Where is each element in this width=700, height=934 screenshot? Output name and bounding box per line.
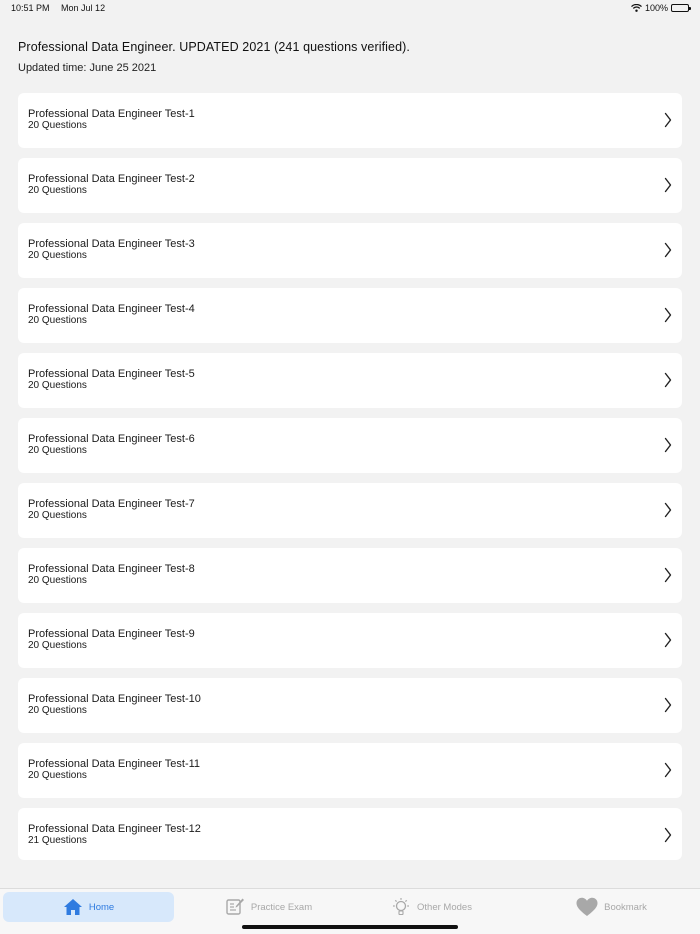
tab-practice-exam[interactable]: Practice Exam [183,892,354,922]
test-item[interactable]: Professional Data Engineer Test-11 20 Qu… [18,743,682,798]
test-question-count: 20 Questions [28,185,87,196]
chevron-right-icon [664,112,672,128]
page-title: Professional Data Engineer. UPDATED 2021… [18,40,410,54]
chevron-right-icon [664,632,672,648]
status-date: Mon Jul 12 [61,3,106,13]
exam-icon [226,898,244,915]
test-item[interactable]: Professional Data Engineer Test-4 20 Que… [18,288,682,343]
chevron-right-icon [664,827,672,843]
chevron-right-icon [664,567,672,583]
updated-time: Updated time: June 25 2021 [18,62,157,74]
test-item[interactable]: Professional Data Engineer Test-1 20 Que… [18,93,682,148]
test-title: Professional Data Engineer Test-1 [28,108,195,120]
tab-other-modes[interactable]: Other Modes [346,892,517,922]
screen: 10:51 PM Mon Jul 12 100% Professional Da… [0,0,700,934]
test-question-count: 20 Questions [28,770,87,781]
test-question-count: 20 Questions [28,380,87,391]
test-title: Professional Data Engineer Test-4 [28,303,195,315]
test-item[interactable]: Professional Data Engineer Test-7 20 Que… [18,483,682,538]
status-left: 10:51 PM Mon Jul 12 [11,3,114,13]
test-item[interactable]: Professional Data Engineer Test-8 20 Que… [18,548,682,603]
battery-icon [671,4,691,12]
chevron-right-icon [664,697,672,713]
test-question-count: 20 Questions [28,120,87,131]
test-item[interactable]: Professional Data Engineer Test-2 20 Que… [18,158,682,213]
wifi-icon [631,4,642,12]
test-title: Professional Data Engineer Test-10 [28,693,201,705]
tab-bookmark[interactable]: Bookmark [526,892,697,922]
home-indicator [242,925,458,929]
test-title: Professional Data Engineer Test-11 [28,758,201,770]
test-question-count: 20 Questions [28,445,87,456]
chevron-right-icon [664,372,672,388]
chevron-right-icon [664,242,672,258]
test-title: Professional Data Engineer Test-8 [28,563,195,575]
test-question-count: 21 Questions [28,835,87,846]
tab-other-label: Other Modes [417,901,472,913]
test-title: Professional Data Engineer Test-5 [28,368,195,380]
test-title: Professional Data Engineer Test-9 [28,628,195,640]
chevron-right-icon [664,307,672,323]
test-item[interactable]: Professional Data Engineer Test-10 20 Qu… [18,678,682,733]
chevron-right-icon [664,437,672,453]
status-bar: 10:51 PM Mon Jul 12 100% [0,0,700,18]
test-question-count: 20 Questions [28,510,87,521]
tab-home[interactable]: Home [3,892,174,922]
test-question-count: 20 Questions [28,250,87,261]
status-time: 10:51 PM [11,3,50,13]
test-question-count: 20 Questions [28,575,87,586]
test-question-count: 20 Questions [28,315,87,326]
test-title: Professional Data Engineer Test-6 [28,433,195,445]
chevron-right-icon [664,762,672,778]
chevron-right-icon [664,177,672,193]
chevron-right-icon [664,502,672,518]
test-title: Professional Data Engineer Test-12 [28,823,201,835]
test-item[interactable]: Professional Data Engineer Test-12 21 Qu… [18,808,682,860]
lightbulb-icon [393,898,410,916]
test-list: Professional Data Engineer Test-1 20 Que… [18,93,682,870]
heart-icon [576,897,598,916]
test-title: Professional Data Engineer Test-3 [28,238,195,250]
test-item[interactable]: Professional Data Engineer Test-3 20 Que… [18,223,682,278]
battery-percent: 100% [644,3,668,13]
home-icon [63,899,82,915]
test-question-count: 20 Questions [28,640,87,651]
tab-home-label: Home [88,901,115,913]
test-item[interactable]: Professional Data Engineer Test-9 20 Que… [18,613,682,668]
test-item[interactable]: Professional Data Engineer Test-6 20 Que… [18,418,682,473]
tab-bookmark-label: Bookmark [604,901,647,913]
test-question-count: 20 Questions [28,705,87,716]
tab-practice-label: Practice Exam [250,901,313,913]
status-right: 100% [631,3,691,13]
test-item[interactable]: Professional Data Engineer Test-5 20 Que… [18,353,682,408]
test-title: Professional Data Engineer Test-2 [28,173,195,185]
test-title: Professional Data Engineer Test-7 [28,498,195,510]
